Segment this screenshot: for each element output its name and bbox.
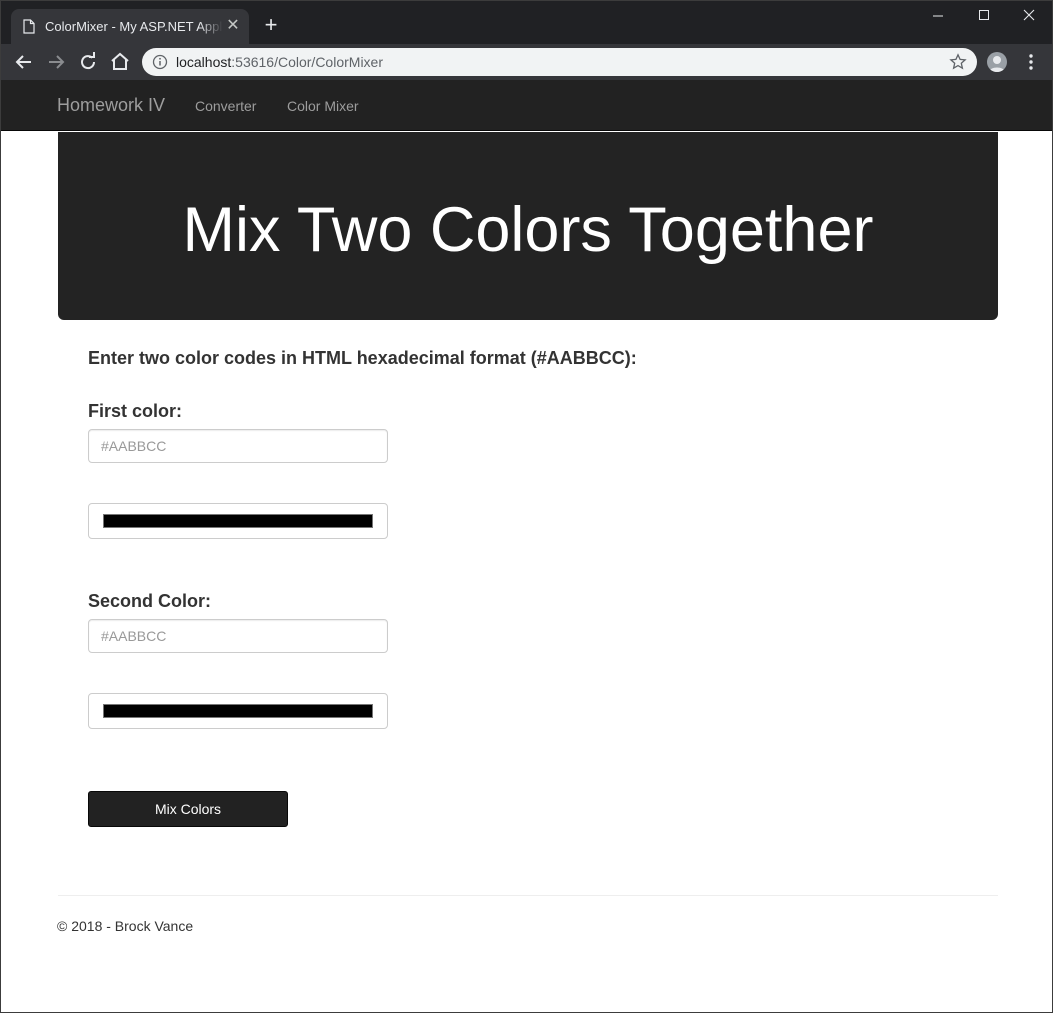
nav-link-color-mixer[interactable]: Color Mixer [287,98,359,114]
info-icon[interactable] [152,54,168,70]
maximize-icon [979,10,989,20]
browser-window: ColorMixer - My ASP.NET Application ✕ + [0,0,1053,1013]
profile-avatar-icon[interactable] [987,52,1007,72]
footer-copyright: © 2018 - Brock Vance [57,918,194,934]
browser-tab[interactable]: ColorMixer - My ASP.NET Application ✕ [11,9,249,44]
close-window-button[interactable] [1006,5,1052,29]
address-bar[interactable]: localhost:53616/Color/ColorMixer [142,48,977,76]
minimize-button[interactable] [915,5,961,29]
reload-icon [81,52,96,70]
mix-colors-button[interactable]: Mix Colors [88,791,288,827]
site-navbar: Homework IV Converter Color Mixer [1,80,1052,131]
second-color-swatch [103,704,373,718]
star-icon[interactable] [949,53,967,71]
second-color-label: Second Color: [88,591,212,611]
first-color-input[interactable] [88,429,388,463]
page-icon [23,19,35,34]
home-button[interactable] [108,50,132,74]
url-text[interactable]: localhost:53616/Color/ColorMixer [176,54,383,70]
nav-link-converter[interactable]: Converter [195,98,256,114]
kebab-menu-icon[interactable] [1023,52,1039,72]
arrow-left-icon [15,55,31,69]
back-button[interactable] [12,50,36,74]
close-tab-icon[interactable]: ✕ [225,18,241,34]
footer-divider [58,895,998,896]
new-tab-icon[interactable]: + [261,14,281,36]
tab-title: ColorMixer - My ASP.NET Application [45,19,223,34]
first-color-label: First color: [88,401,183,421]
home-icon [111,52,129,70]
forward-button[interactable] [44,50,68,74]
title-bar: ColorMixer - My ASP.NET Application ✕ + [1,1,1052,44]
reload-button[interactable] [76,50,100,74]
second-color-input[interactable] [88,619,388,653]
url-host: localhost [176,54,232,70]
person-icon [989,56,1005,72]
browser-toolbar: localhost:53616/Color/ColorMixer [1,44,1052,80]
arrow-right-icon [49,55,65,69]
page-title: Mix Two Colors Together [182,195,874,265]
first-color-picker[interactable] [88,503,388,539]
form-instructions: Enter two color codes in HTML hexadecima… [88,348,637,368]
second-color-picker[interactable] [88,693,388,729]
jumbotron: Mix Two Colors Together [58,132,998,320]
minimize-icon [933,15,943,17]
maximize-button[interactable] [961,5,1007,29]
first-color-swatch [103,514,373,528]
navbar-brand[interactable]: Homework IV [57,95,165,116]
url-path: :53616/Color/ColorMixer [231,54,383,70]
close-icon [1023,9,1035,21]
